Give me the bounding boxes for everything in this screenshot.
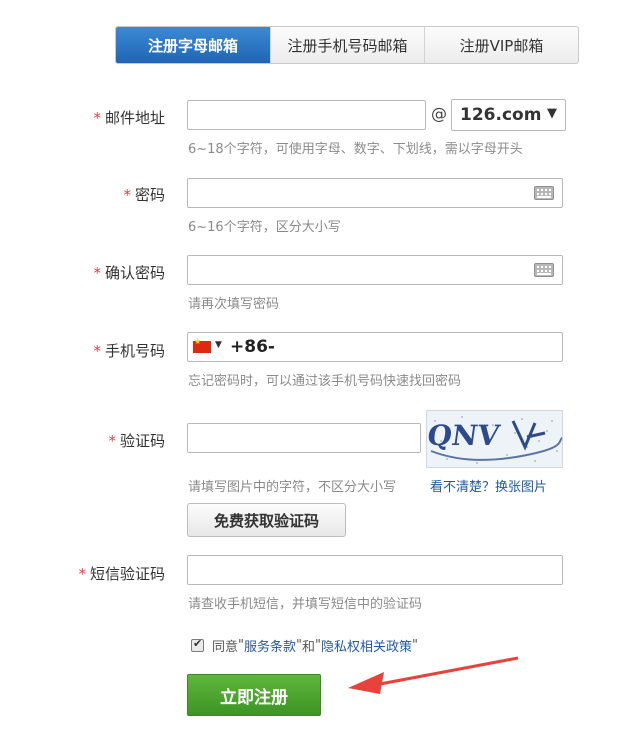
captcha-image[interactable]: QNV [426, 410, 563, 468]
confirm-password-hint: 请再次填写密码 [188, 297, 280, 312]
domain-selected-value: 126.com [460, 105, 542, 125]
required-mark: * [123, 186, 131, 204]
register-type-tabs: 注册字母邮箱 注册手机号码邮箱 注册VIP邮箱 [115, 26, 579, 64]
required-mark: * [78, 565, 86, 583]
register-submit-button[interactable]: 立即注册 [187, 674, 321, 716]
email-hint: 6~18个字符，可使用字母、数字、下划线，需以字母开头 [188, 142, 523, 157]
keyboard-icon[interactable] [534, 186, 554, 200]
terms-link[interactable]: 服务条款 [244, 636, 296, 655]
annotation-arrow [348, 656, 519, 694]
sms-code-hint: 请查收手机短信，并填写短信中的验证码 [188, 597, 423, 612]
captcha-text: QNV [427, 419, 503, 452]
captcha-graphic: QNV [427, 411, 562, 467]
phone-hint: 忘记密码时，可以通过该手机号码快速找回密码 [188, 374, 462, 389]
china-flag-icon[interactable] [193, 337, 211, 353]
at-symbol: @ [431, 104, 447, 123]
email-domain-select[interactable]: 126.com ▼ [451, 99, 566, 131]
sms-code-input[interactable] [187, 555, 563, 585]
email-label: * 邮件地址 [93, 109, 165, 127]
password-label: * 密码 [123, 186, 165, 204]
arrow-head [348, 672, 384, 694]
agree-prefix: 同意 [212, 640, 239, 655]
required-mark: * [93, 342, 101, 360]
tab-letter-email[interactable]: 注册字母邮箱 [116, 27, 270, 63]
keyboard-icon[interactable] [534, 263, 554, 277]
confirm-password-input[interactable] [187, 255, 563, 285]
tab-mobile-email[interactable]: 注册手机号码邮箱 [270, 27, 424, 63]
captcha-input[interactable] [187, 423, 421, 453]
password-input[interactable] [187, 178, 563, 208]
email-input[interactable] [187, 100, 426, 130]
refresh-captcha-link[interactable]: 看不清楚？换张图片 [430, 476, 547, 495]
country-dropdown-icon[interactable]: ▼ [215, 340, 222, 350]
country-code: +86- [230, 337, 275, 357]
agree-checkbox[interactable] [191, 637, 204, 652]
phone-label: * 手机号码 [93, 342, 165, 360]
password-hint: 6~16个字符，区分大小写 [188, 220, 341, 235]
required-mark: * [108, 432, 116, 450]
get-sms-code-button[interactable]: 免费获取验证码 [187, 503, 346, 537]
agree-middle: 和 [302, 640, 316, 655]
sms-code-label: * 短信验证码 [78, 565, 165, 583]
dropdown-triangle-icon: ▼ [547, 106, 557, 121]
confirm-password-label: * 确认密码 [93, 264, 165, 282]
captcha-hint: 请填写图片中的字符，不区分大小写 [188, 480, 397, 495]
tab-vip-email[interactable]: 注册VIP邮箱 [424, 27, 578, 63]
captcha-label: * 验证码 [108, 432, 165, 450]
phone-input[interactable]: ▼ +86- [187, 332, 563, 362]
required-mark: * [93, 264, 101, 282]
required-mark: * [93, 109, 101, 127]
arrow-shaft [379, 656, 519, 686]
